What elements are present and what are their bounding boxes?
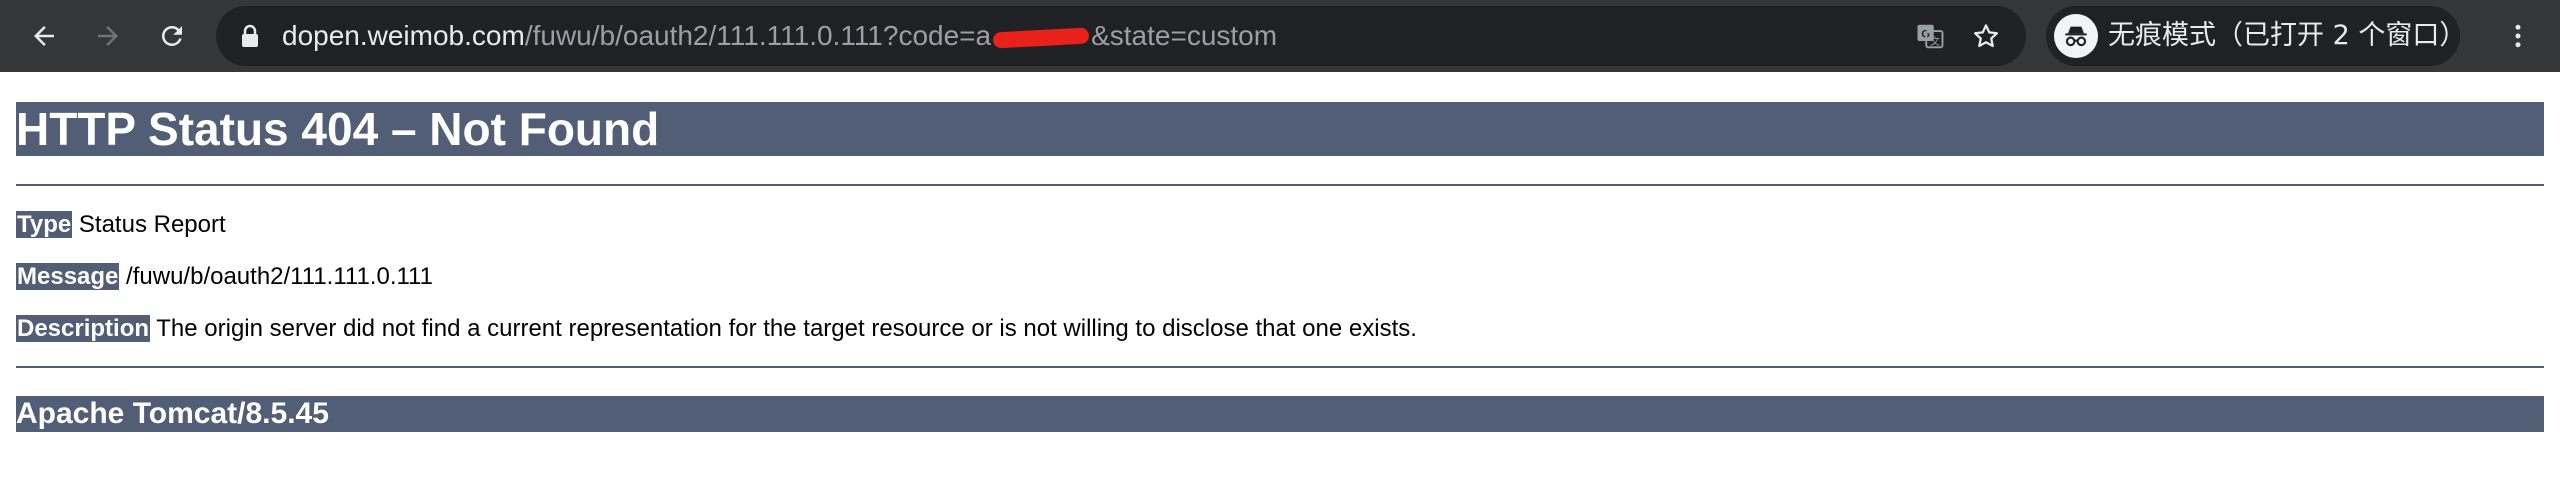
url-path: /fuwu/b/oauth2/111.111.0.111?code=a	[524, 20, 992, 51]
divider	[16, 366, 2544, 368]
arrow-right-icon	[98, 26, 118, 46]
browser-toolbar: dopen.weimob.com/fuwu/b/oauth2/111.111.0…	[0, 0, 2560, 72]
incognito-icon	[2054, 14, 2098, 58]
bookmark-button[interactable]	[1968, 18, 2004, 54]
type-value: Status Report	[72, 211, 226, 238]
server-footer: Apache Tomcat/8.5.45	[16, 396, 2544, 432]
translate-icon: G文	[1917, 24, 1944, 49]
reload-icon	[161, 25, 182, 46]
divider	[16, 184, 2544, 186]
reload-button[interactable]	[148, 12, 196, 60]
forward-button[interactable]	[84, 12, 132, 60]
incognito-label: 无痕模式（已打开 2 个窗口）	[2108, 20, 2467, 51]
type-label: Type	[16, 211, 73, 238]
message-row: Message /fuwu/b/oauth2/111.111.0.111	[16, 262, 433, 292]
back-button[interactable]	[20, 12, 68, 60]
lock-icon[interactable]	[240, 24, 260, 48]
description-value: The origin server did not find a current…	[150, 315, 1417, 342]
message-label: Message	[16, 263, 120, 290]
translate-button[interactable]: G文	[1912, 18, 1948, 54]
address-bar[interactable]: dopen.weimob.com/fuwu/b/oauth2/111.111.0…	[216, 6, 2026, 66]
description-label: Description	[16, 315, 151, 342]
message-value: /fuwu/b/oauth2/111.111.0.111	[119, 263, 433, 290]
arrow-left-icon	[34, 26, 54, 46]
url-query: &state=custom	[1091, 20, 1278, 51]
star-icon	[1974, 24, 1998, 48]
browser-menu-button[interactable]	[2494, 12, 2542, 60]
incognito-indicator[interactable]: 无痕模式（已打开 2 个窗口）	[2046, 6, 2466, 66]
svg-text:文: 文	[1930, 35, 1940, 48]
more-vertical-icon	[2515, 24, 2521, 48]
type-row: Type Status Report	[16, 210, 226, 240]
url-text[interactable]: dopen.weimob.com/fuwu/b/oauth2/111.111.0…	[282, 6, 1277, 66]
redaction-mark	[992, 27, 1090, 49]
url-host: dopen.weimob.com	[282, 20, 525, 51]
description-row: Description The origin server did not fi…	[16, 314, 1417, 344]
page-title: HTTP Status 404 – Not Found	[16, 102, 2544, 156]
